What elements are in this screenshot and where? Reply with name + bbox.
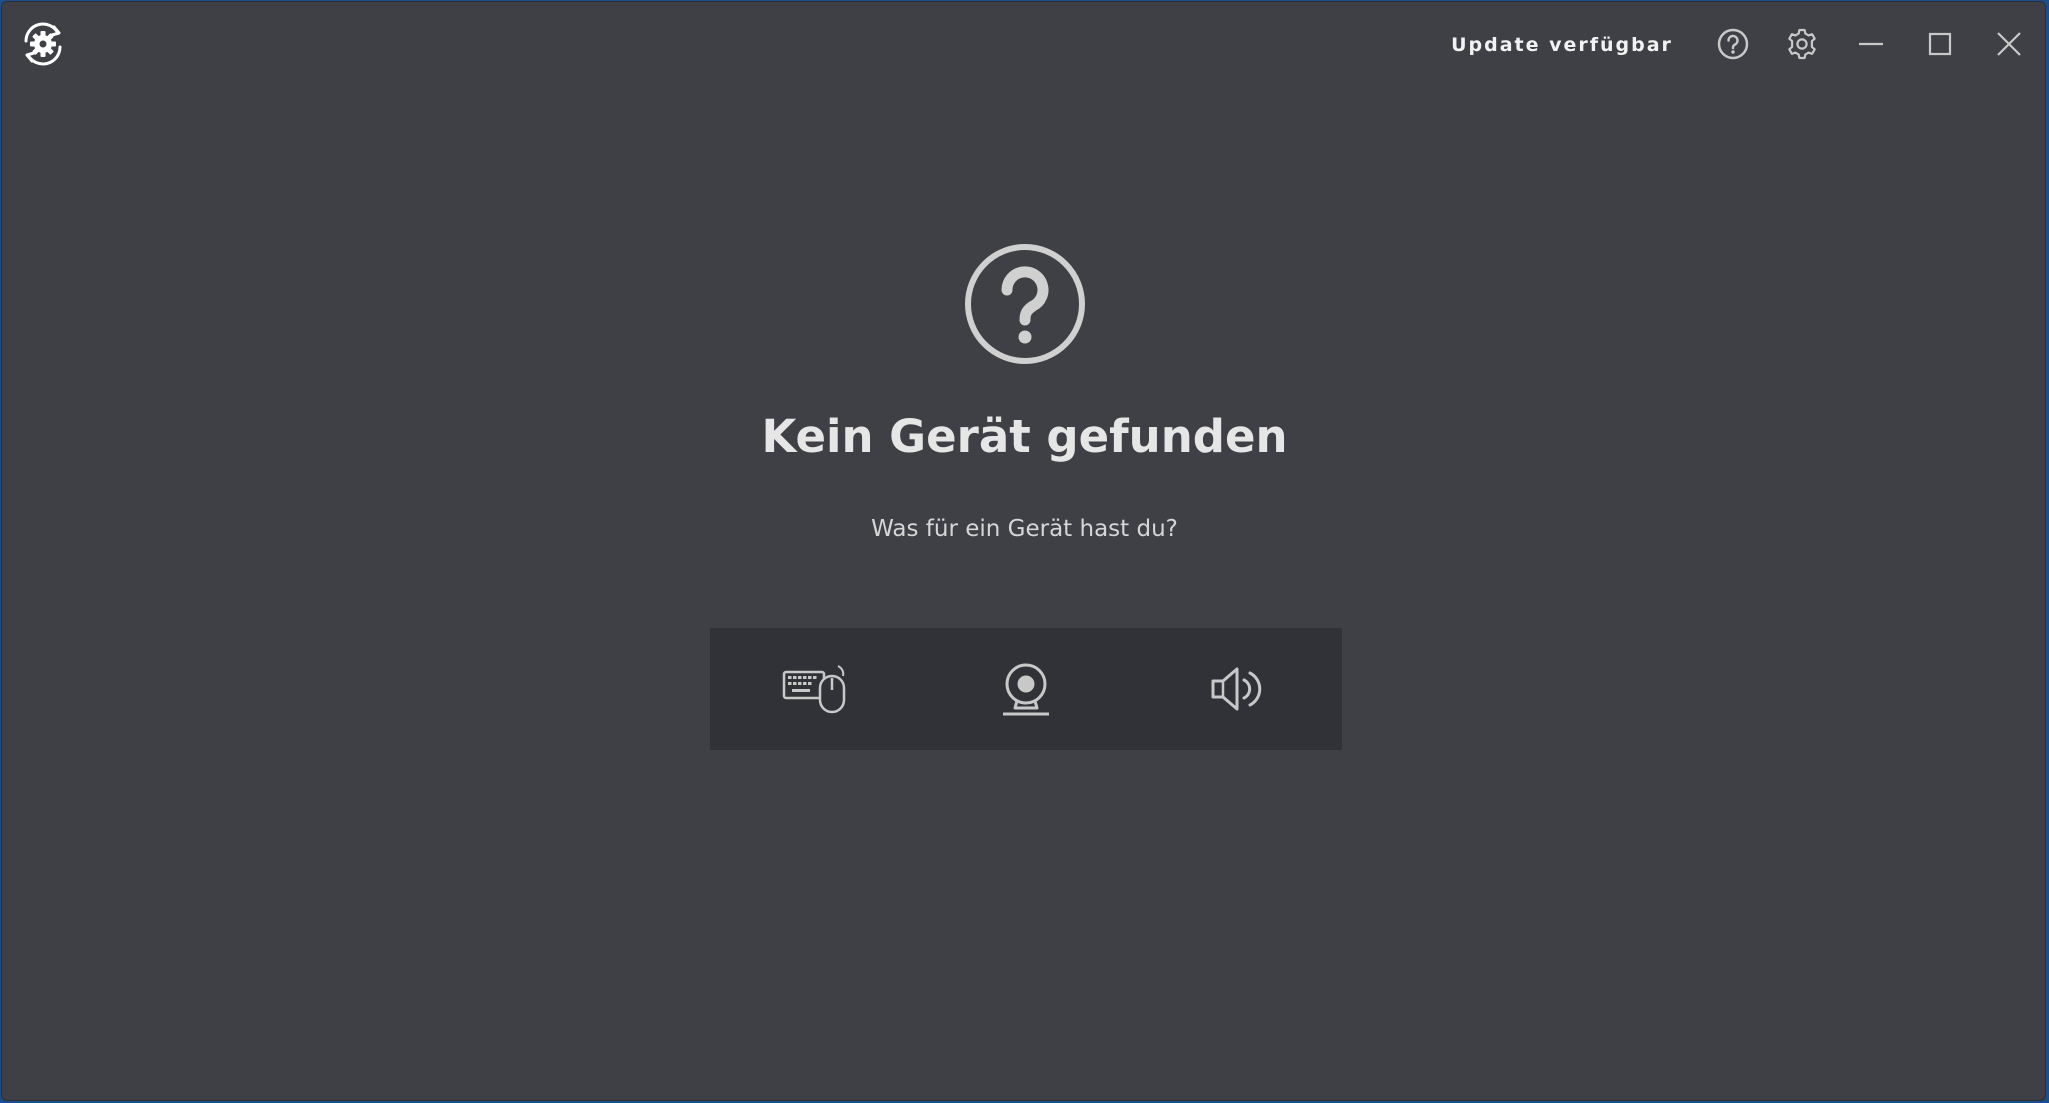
device-question-text: Was für ein Gerät hast du? [871, 516, 1178, 542]
speaker-icon [1211, 667, 1261, 711]
webcam-button[interactable] [921, 628, 1132, 750]
app-window: Update verfügbar Kein Gerät gefunden Was… [1, 1, 2046, 1101]
no-device-title: Kein Gerät gefunden [761, 410, 1288, 463]
keyboard-mouse-icon [783, 665, 846, 714]
empty-state: Kein Gerät gefunden Was für ein Gerät ha… [2, 2, 2045, 1100]
webcam-icon [1003, 663, 1049, 716]
speaker-button[interactable] [1131, 628, 1342, 750]
keyboard-mouse-button[interactable] [710, 628, 921, 750]
device-type-picker [710, 628, 1342, 750]
question-circle-icon [963, 242, 1087, 366]
